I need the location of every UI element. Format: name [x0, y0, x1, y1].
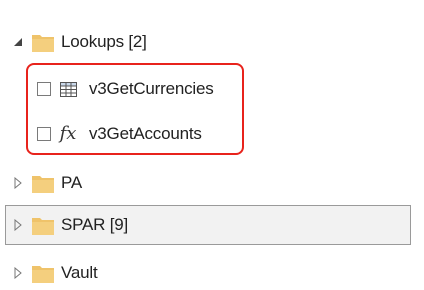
collapsed-triangle-icon[interactable] [12, 267, 24, 279]
function-icon: fx [59, 123, 77, 144]
tree-item-v3getaccounts[interactable]: fx v3GetAccounts [37, 117, 202, 151]
tree-node-label: SPAR [9] [61, 215, 129, 234]
item-checkbox[interactable] [37, 127, 51, 141]
tree-item-label: v3GetCurrencies [89, 79, 214, 98]
collapsed-triangle-icon[interactable] [12, 219, 24, 231]
tree-node-lookups[interactable]: Lookups [2] [12, 25, 147, 59]
table-icon [59, 80, 77, 98]
collapsed-triangle-icon[interactable] [12, 177, 24, 189]
tree-node-spar[interactable]: SPAR [9] [5, 205, 411, 245]
item-checkbox[interactable] [37, 82, 51, 96]
tree-item-v3getcurrencies[interactable]: v3GetCurrencies [37, 72, 214, 106]
tree-node-label: Lookups [2] [61, 32, 147, 51]
folder-icon [32, 264, 54, 283]
expanded-triangle-icon[interactable] [12, 36, 24, 48]
folder-icon [32, 174, 54, 193]
tree-node-label: PA [61, 173, 83, 192]
tree-node-label: Vault [61, 263, 98, 282]
tree-node-pa[interactable]: PA [12, 166, 82, 200]
folder-icon [32, 216, 54, 235]
tree-item-label: v3GetAccounts [89, 124, 202, 143]
tree-node-vault[interactable]: Vault [12, 256, 98, 290]
folder-icon [32, 33, 54, 52]
